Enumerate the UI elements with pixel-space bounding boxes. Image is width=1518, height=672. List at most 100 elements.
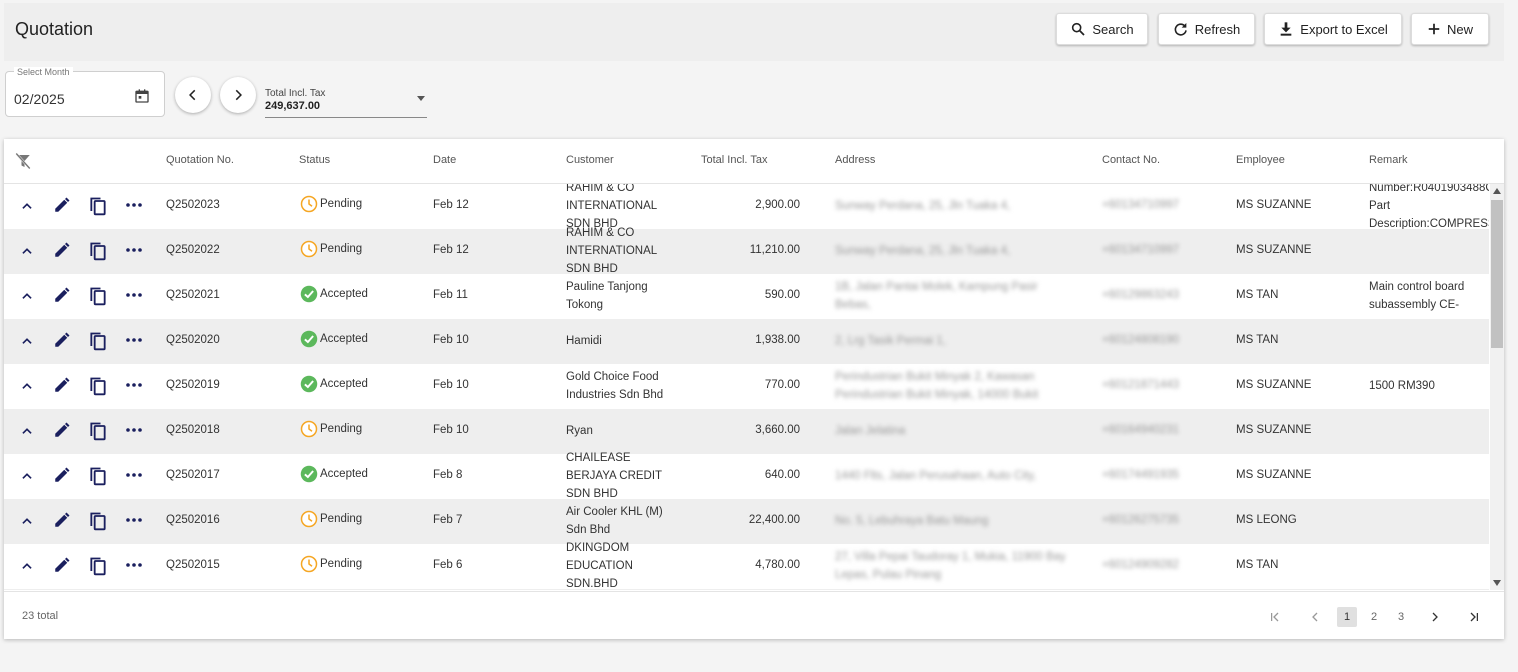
edit-icon[interactable] <box>53 286 71 304</box>
row-copy-button[interactable] <box>88 511 108 534</box>
row-collapse-button[interactable] <box>20 424 34 441</box>
row-copy-button[interactable] <box>88 556 108 579</box>
page-button-1[interactable]: 1 <box>1337 607 1357 627</box>
edit-icon[interactable] <box>53 331 71 349</box>
scroll-down-icon[interactable] <box>1493 580 1501 586</box>
table-row[interactable]: Q2502019 Accepted Feb 10 770.00 +60121871443… <box>4 364 1489 409</box>
row-collapse-button[interactable] <box>20 469 34 486</box>
row-copy-button[interactable] <box>88 196 108 219</box>
page-button-3[interactable]: 3 <box>1391 607 1411 627</box>
edit-icon[interactable] <box>53 376 71 394</box>
col-date[interactable]: Date <box>433 154 456 166</box>
row-collapse-button[interactable] <box>20 289 34 306</box>
next-month-button[interactable] <box>220 77 256 113</box>
row-more-button[interactable] <box>125 376 143 397</box>
refresh-button[interactable]: Refresh <box>1158 13 1255 45</box>
table-row[interactable]: DKINGDOM <box>4 589 1489 590</box>
more-icon[interactable] <box>125 511 143 529</box>
search-button[interactable]: Search <box>1056 13 1148 45</box>
row-copy-button[interactable] <box>88 466 108 489</box>
row-more-button[interactable] <box>125 331 143 352</box>
copy-icon[interactable] <box>88 511 108 531</box>
row-collapse-button[interactable] <box>20 379 34 396</box>
row-edit-button[interactable] <box>53 466 71 487</box>
table-row[interactable]: Q2502023 Pending Feb 12 2,900.00 +6013471099… <box>4 184 1489 230</box>
collapse-icon[interactable] <box>20 559 34 573</box>
edit-icon[interactable] <box>53 421 71 439</box>
collapse-icon[interactable] <box>20 244 34 258</box>
collapse-icon[interactable] <box>20 199 34 213</box>
copy-icon[interactable] <box>88 376 108 396</box>
more-icon[interactable] <box>125 556 143 574</box>
col-quotation-no[interactable]: Quotation No. <box>166 154 234 166</box>
copy-icon[interactable] <box>88 286 108 306</box>
more-icon[interactable] <box>125 241 143 259</box>
row-more-button[interactable] <box>125 511 143 532</box>
collapse-icon[interactable] <box>20 424 34 438</box>
more-icon[interactable] <box>125 421 143 439</box>
row-edit-button[interactable] <box>53 376 71 397</box>
edit-icon[interactable] <box>53 556 71 574</box>
row-collapse-button[interactable] <box>20 559 34 576</box>
row-edit-button[interactable] <box>53 511 71 532</box>
row-edit-button[interactable] <box>53 421 71 442</box>
total-select[interactable]: Total Incl. Tax 249,637.00 <box>265 84 427 118</box>
row-more-button[interactable] <box>125 196 143 217</box>
row-collapse-button[interactable] <box>20 244 34 261</box>
month-picker[interactable]: Select Month 02/2025 <box>5 67 165 117</box>
table-row[interactable]: Q2502016 Pending Feb 7 22,400.00 +6012627573… <box>4 499 1489 544</box>
row-more-button[interactable] <box>125 286 143 307</box>
col-total[interactable]: Total Incl. Tax <box>701 154 767 166</box>
scrollbar[interactable] <box>1490 184 1504 590</box>
row-more-button[interactable] <box>125 466 143 487</box>
more-icon[interactable] <box>125 376 143 394</box>
row-edit-button[interactable] <box>53 556 71 577</box>
last-page-button[interactable] <box>1464 607 1484 627</box>
page-button-2[interactable]: 2 <box>1364 607 1384 627</box>
copy-icon[interactable] <box>88 241 108 261</box>
export-button[interactable]: Export to Excel <box>1264 13 1402 45</box>
row-copy-button[interactable] <box>88 241 108 264</box>
col-employee[interactable]: Employee <box>1236 154 1285 166</box>
row-collapse-button[interactable] <box>20 514 34 531</box>
clear-filter-icon[interactable] <box>14 152 32 170</box>
prev-month-button[interactable] <box>175 77 211 113</box>
row-more-button[interactable] <box>125 241 143 262</box>
collapse-icon[interactable] <box>20 469 34 483</box>
table-row[interactable]: Q2502020 Accepted Feb 10 1,938.00 +601248081… <box>4 319 1489 364</box>
edit-icon[interactable] <box>53 196 71 214</box>
row-copy-button[interactable] <box>88 331 108 354</box>
copy-icon[interactable] <box>88 556 108 576</box>
prev-page-button[interactable] <box>1305 607 1325 627</box>
table-row[interactable]: Q2502018 Pending Feb 10 3,660.00 +6016494023… <box>4 409 1489 454</box>
next-page-button[interactable] <box>1425 607 1445 627</box>
copy-icon[interactable] <box>88 421 108 441</box>
more-icon[interactable] <box>125 466 143 484</box>
table-row[interactable]: Q2502017 Accepted Feb 8 640.00 +60174491935 M… <box>4 452 1489 500</box>
collapse-icon[interactable] <box>20 289 34 303</box>
edit-icon[interactable] <box>53 466 71 484</box>
copy-icon[interactable] <box>88 331 108 351</box>
edit-icon[interactable] <box>53 241 71 259</box>
new-button[interactable]: New <box>1411 13 1489 45</box>
col-remark[interactable]: Remark <box>1369 154 1408 166</box>
row-copy-button[interactable] <box>88 286 108 309</box>
month-value[interactable]: 02/2025 <box>14 91 65 107</box>
row-more-button[interactable] <box>125 421 143 442</box>
copy-icon[interactable] <box>88 196 108 216</box>
row-edit-button[interactable] <box>53 196 71 217</box>
col-customer[interactable]: Customer <box>566 154 614 166</box>
edit-icon[interactable] <box>53 511 71 529</box>
row-more-button[interactable] <box>125 556 143 577</box>
row-edit-button[interactable] <box>53 241 71 262</box>
col-address[interactable]: Address <box>835 154 875 166</box>
col-contact[interactable]: Contact No. <box>1102 154 1160 166</box>
collapse-icon[interactable] <box>20 514 34 528</box>
col-status[interactable]: Status <box>299 154 330 166</box>
more-icon[interactable] <box>125 286 143 304</box>
table-row[interactable]: Q2502022 Pending Feb 12 11,210.00 +601347109… <box>4 227 1489 275</box>
calendar-icon[interactable] <box>134 88 150 104</box>
more-icon[interactable] <box>125 331 143 349</box>
collapse-icon[interactable] <box>20 379 34 393</box>
row-collapse-button[interactable] <box>20 334 34 351</box>
